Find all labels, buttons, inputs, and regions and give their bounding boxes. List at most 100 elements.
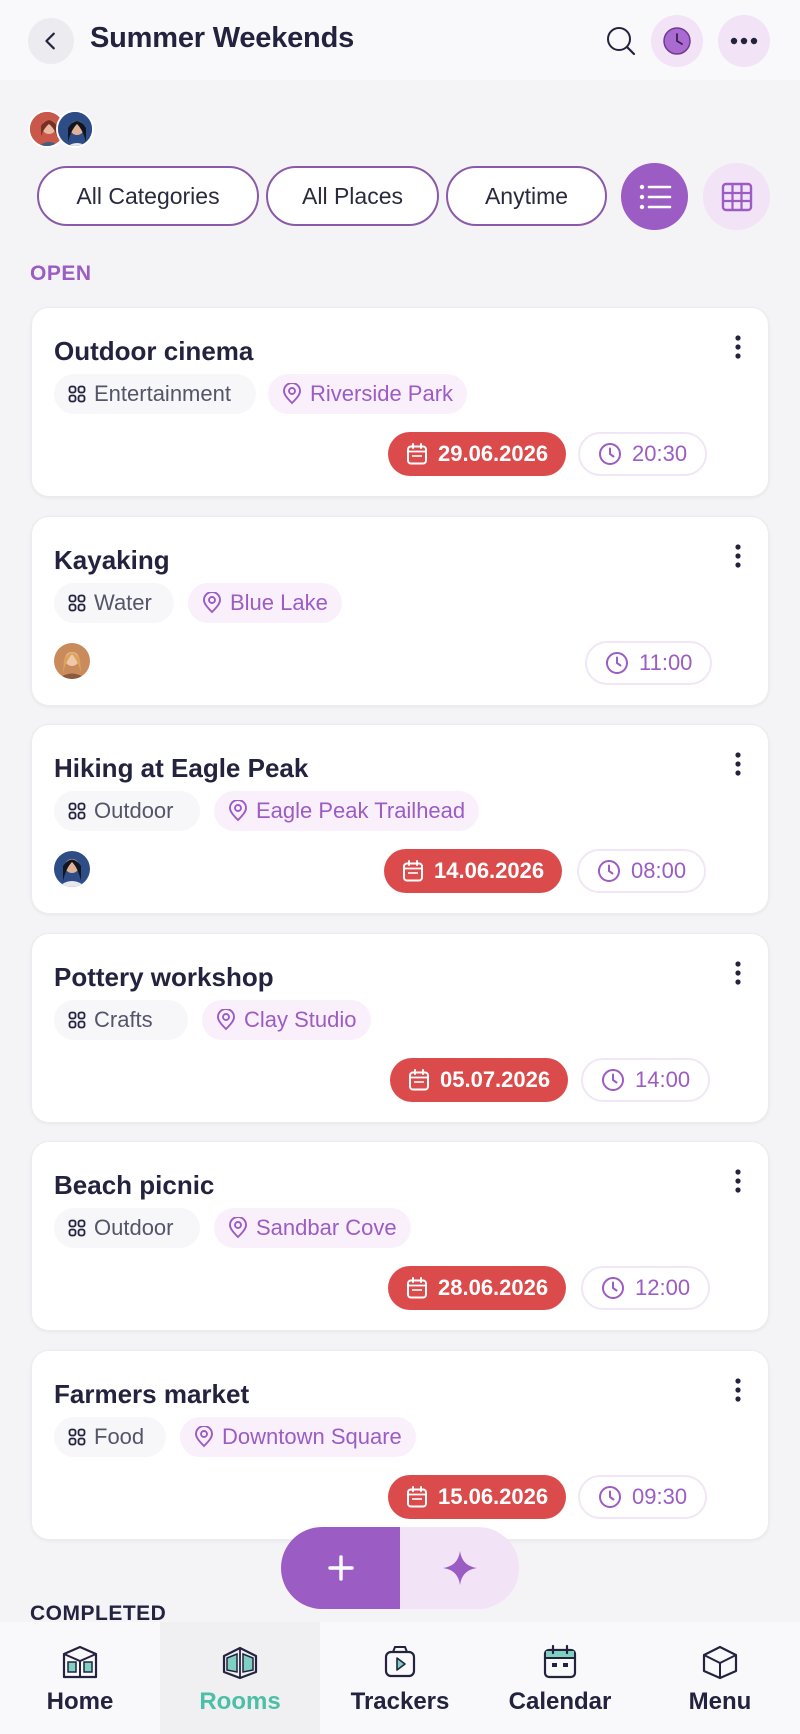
due-date-label: 28.06.2026 (438, 1275, 549, 1300)
clock-icon (598, 442, 632, 466)
place-tag[interactable]: Downtown Square (180, 1417, 416, 1457)
category-icon (68, 802, 94, 820)
time-pill[interactable]: 14:00 (581, 1058, 711, 1102)
more-vertical-icon (735, 335, 741, 359)
place-filter[interactable]: All Places (266, 166, 439, 226)
page-title: Summer Weekends (90, 22, 355, 54)
time-pill[interactable]: 12:00 (581, 1266, 711, 1310)
place-tag[interactable]: Eagle Peak Trailhead (214, 791, 480, 831)
task-title: Pottery workshop (54, 962, 274, 992)
category-tag[interactable]: Crafts (54, 1000, 188, 1040)
due-date-label: 29.06.2026 (438, 441, 549, 466)
nav-menu[interactable]: Menu (640, 1622, 800, 1734)
search-button[interactable] (600, 20, 642, 62)
place-label: Sandbar Cove (256, 1215, 397, 1240)
category-tag[interactable]: Outdoor (54, 791, 200, 831)
category-tag[interactable]: Food (54, 1417, 166, 1457)
category-tag[interactable]: Water (54, 583, 174, 623)
due-date-pill[interactable]: 14.06.2026 (384, 849, 563, 893)
list-view-button[interactable] (621, 163, 688, 230)
place-label: Riverside Park (310, 381, 454, 406)
category-filter-label: All Categories (76, 182, 220, 209)
place-label: Eagle Peak Trailhead (256, 798, 466, 823)
category-label: Food (94, 1424, 145, 1449)
task-title: Farmers market (54, 1379, 250, 1409)
nav-rooms-label: Rooms (199, 1688, 281, 1715)
calendar-icon (543, 1644, 577, 1679)
task-menu-button[interactable] (730, 1375, 746, 1405)
nav-trackers[interactable]: Trackers (320, 1622, 480, 1734)
more-vertical-icon (735, 1378, 741, 1402)
due-date-pill[interactable]: 15.06.2026 (388, 1475, 567, 1519)
nav-home[interactable]: Home (0, 1622, 160, 1734)
place-tag[interactable]: Clay Studio (202, 1000, 371, 1040)
place-tag[interactable]: Riverside Park (268, 374, 468, 414)
time-pill[interactable]: 11:00 (585, 641, 713, 685)
category-label: Crafts (94, 1007, 153, 1032)
category-tag[interactable]: Outdoor (54, 1208, 200, 1248)
search-icon (607, 27, 636, 56)
place-tag[interactable]: Blue Lake (188, 583, 342, 623)
clock-icon (597, 859, 631, 883)
place-label: Downtown Square (222, 1424, 402, 1449)
time-pill[interactable]: 20:30 (578, 432, 708, 476)
due-date-label: 14.06.2026 (434, 858, 545, 883)
more-options-button[interactable] (718, 15, 770, 67)
category-icon (68, 1219, 94, 1237)
category-icon (68, 385, 94, 403)
calendar-icon (406, 1486, 438, 1508)
due-date-pill[interactable]: 28.06.2026 (388, 1266, 567, 1310)
task-menu-button[interactable] (730, 958, 746, 988)
assignee-avatar[interactable] (54, 851, 90, 887)
due-date-pill[interactable]: 29.06.2026 (388, 432, 567, 476)
clock-icon (598, 1485, 632, 1509)
clock-icon (605, 651, 639, 675)
task-menu-button[interactable] (730, 1166, 746, 1196)
home-icon (62, 1645, 98, 1679)
task-card[interactable]: Farmers market Food Downtown Square 15.06.2… (31, 1350, 769, 1540)
task-menu-button[interactable] (730, 332, 746, 362)
more-horizontal-icon (730, 37, 758, 45)
members-avatars[interactable] (28, 110, 108, 150)
nav-calendar[interactable]: Calendar (480, 1622, 640, 1734)
assignee-avatar[interactable] (54, 643, 90, 679)
task-card[interactable]: Kayaking Water Blue Lake 11:00 (31, 516, 769, 706)
time-label: 14:00 (635, 1067, 691, 1092)
grid-icon (721, 182, 752, 211)
place-label: Clay Studio (244, 1007, 357, 1032)
time-filter-label: Anytime (484, 182, 569, 209)
time-label: 12:00 (635, 1275, 691, 1300)
grid-view-button[interactable] (703, 163, 770, 230)
task-menu-button[interactable] (730, 749, 746, 779)
time-label: 20:30 (632, 441, 688, 466)
time-label: 11:00 (639, 650, 693, 675)
task-menu-button[interactable] (730, 541, 746, 571)
category-filter[interactable]: All Categories (37, 166, 259, 226)
clock-icon (663, 27, 691, 55)
calendar-icon (406, 1277, 438, 1299)
task-card[interactable]: Beach picnic Outdoor Sandbar Cove 28.06.202… (31, 1141, 769, 1331)
history-button[interactable] (651, 15, 703, 67)
place-tag[interactable]: Sandbar Cove (214, 1208, 411, 1248)
more-vertical-icon (735, 544, 741, 568)
nav-rooms[interactable]: Rooms (160, 1622, 320, 1734)
time-pill[interactable]: 08:00 (577, 849, 707, 893)
task-card[interactable]: Hiking at Eagle Peak Outdoor Eagle Peak Tr… (31, 724, 769, 914)
task-title: Outdoor cinema (54, 336, 254, 366)
nav-trackers-label: Trackers (350, 1688, 450, 1715)
nav-menu-label: Menu (688, 1688, 752, 1715)
place-filter-label: All Places (302, 182, 403, 209)
category-tag[interactable]: Entertainment (54, 374, 256, 414)
ai-suggest-button[interactable] (400, 1527, 519, 1609)
task-card[interactable]: Outdoor cinema Entertainment Riverside Par… (31, 307, 769, 497)
task-card[interactable]: Pottery workshop Crafts Clay Studio 05.07.2… (31, 933, 769, 1123)
add-item-button[interactable] (281, 1527, 400, 1609)
rooms-icon (222, 1646, 258, 1680)
top-bar: Summer Weekends (0, 0, 800, 80)
location-pin-icon (216, 1009, 244, 1031)
back-button[interactable] (28, 18, 74, 64)
nav-calendar-label: Calendar (508, 1688, 612, 1715)
time-pill[interactable]: 09:30 (578, 1475, 708, 1519)
due-date-pill[interactable]: 05.07.2026 (390, 1058, 569, 1102)
time-filter[interactable]: Anytime (446, 166, 607, 226)
